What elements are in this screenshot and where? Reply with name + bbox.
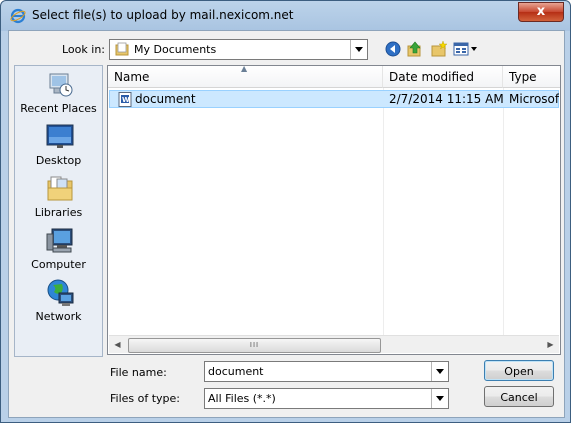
close-button[interactable]: x <box>518 2 564 22</box>
place-label: Network <box>35 310 82 323</box>
place-label: Computer <box>31 258 86 271</box>
sort-up-icon: ▲ <box>241 64 248 73</box>
place-label: Recent Places <box>20 102 97 115</box>
filetype-combo[interactable]: All Files (*.*) <box>204 388 449 409</box>
column-divider <box>503 88 504 336</box>
scrollbar-thumb[interactable]: III <box>128 338 381 353</box>
place-network[interactable]: Network <box>15 278 102 328</box>
word-document-icon: W <box>118 92 132 107</box>
column-header-type[interactable]: Type <box>503 66 560 88</box>
places-bar: Recent Places Desktop Libraries Computer… <box>14 65 103 357</box>
place-libraries[interactable]: Libraries <box>15 174 102 224</box>
file-date: 2/7/2014 11:15 AM <box>389 92 504 106</box>
place-computer[interactable]: Computer <box>15 226 102 276</box>
place-label: Desktop <box>35 154 82 167</box>
filename-label: File name: <box>110 366 167 379</box>
filename-value: document <box>208 365 264 378</box>
dialog-body: Look in: My Documents Recent Places Desk… <box>8 30 565 418</box>
chevron-down-icon[interactable] <box>431 389 448 408</box>
svg-text:W: W <box>122 96 130 104</box>
open-button[interactable]: Open <box>484 360 554 381</box>
back-icon[interactable] <box>384 40 402 58</box>
filetype-label: Files of type: <box>110 392 181 405</box>
scroll-right-icon[interactable]: ▶ <box>542 336 559 353</box>
table-row[interactable]: W document 2/7/2014 11:15 AM Microsoft <box>109 90 559 108</box>
column-divider <box>383 88 384 336</box>
column-header-label: Type <box>509 70 537 84</box>
scroll-left-icon[interactable]: ◀ <box>109 336 126 353</box>
place-desktop[interactable]: Desktop <box>15 122 102 172</box>
lookin-combo[interactable]: My Documents <box>109 39 368 60</box>
desktop-icon <box>46 124 74 148</box>
column-header-label: Name <box>114 70 150 84</box>
filetype-value: All Files (*.*) <box>208 392 276 405</box>
title-bar[interactable]: Select file(s) to upload by mail.nexicom… <box>1 1 570 31</box>
file-name: document <box>135 92 196 106</box>
lookin-value: My Documents <box>134 43 217 56</box>
place-recent-places[interactable]: Recent Places <box>15 70 102 120</box>
up-folder-icon[interactable] <box>406 40 424 58</box>
computer-icon <box>46 228 73 253</box>
documents-folder-icon <box>115 42 129 56</box>
chevron-down-icon[interactable] <box>431 362 448 381</box>
lookin-label: Look in: <box>62 43 105 56</box>
recent-places-icon <box>49 73 73 97</box>
file-type: Microsoft <box>509 92 559 106</box>
filename-combo[interactable]: document <box>204 361 449 382</box>
file-dialog-window: Select file(s) to upload by mail.nexicom… <box>0 0 571 423</box>
place-label: Libraries <box>34 206 83 219</box>
cancel-button[interactable]: Cancel <box>484 386 554 407</box>
view-menu-icon[interactable] <box>453 40 479 58</box>
column-header-name[interactable]: Name ▲ <box>108 64 383 88</box>
file-list[interactable]: Name ▲ Date modified Type W document 2/7… <box>107 64 561 355</box>
network-icon <box>47 279 74 306</box>
chevron-down-icon[interactable] <box>350 40 367 59</box>
internet-explorer-icon <box>10 8 26 24</box>
new-folder-icon[interactable] <box>430 40 448 58</box>
horizontal-scrollbar[interactable]: ◀ III ▶ <box>109 335 559 353</box>
libraries-icon <box>47 176 73 201</box>
column-header-label: Date modified <box>389 70 475 84</box>
window-title: Select file(s) to upload by mail.nexicom… <box>32 8 294 22</box>
column-header-date[interactable]: Date modified <box>383 66 503 88</box>
